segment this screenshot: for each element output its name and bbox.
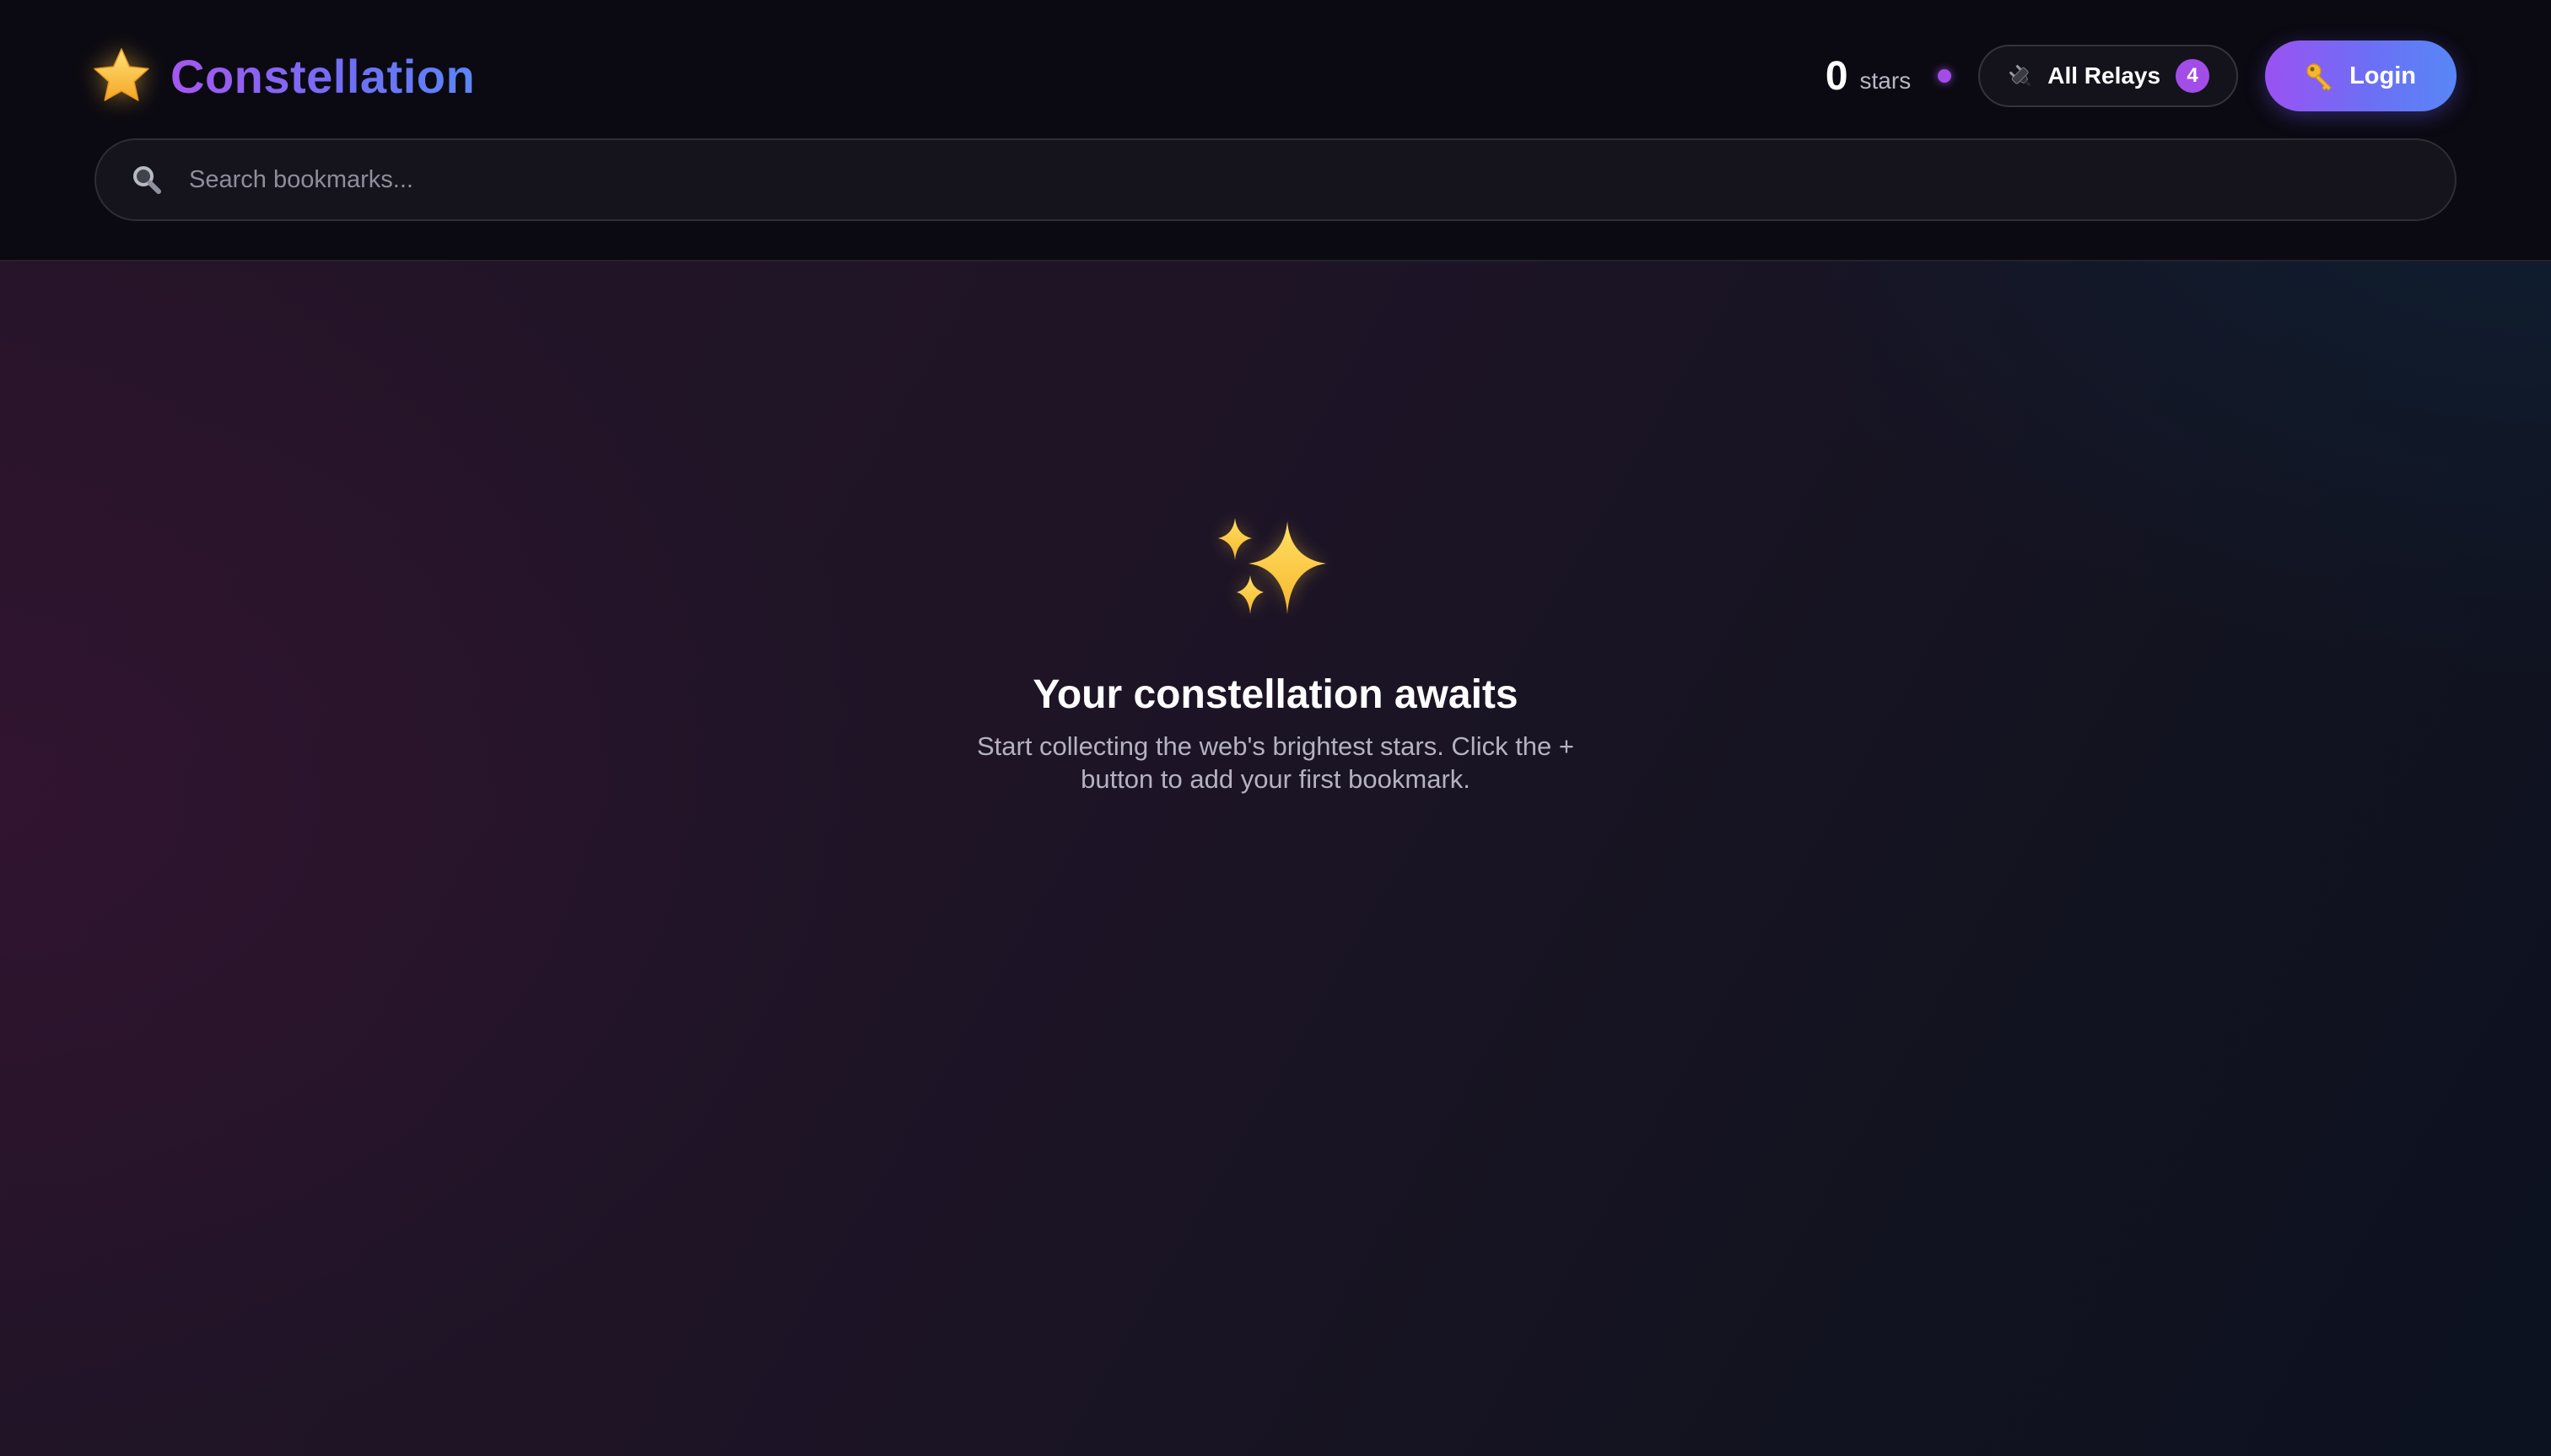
connection-status-dot [1938, 69, 1952, 83]
brand[interactable]: Constellation [91, 42, 475, 110]
search-input[interactable] [187, 154, 2455, 206]
empty-state-description: Start collecting the web's brightest sta… [976, 731, 1575, 794]
search-bar[interactable] [94, 138, 2457, 221]
relays-label: All Relays [2047, 62, 2161, 89]
empty-state: Your constellation awaits Start collecti… [0, 515, 2551, 795]
search-icon [133, 166, 161, 194]
stars-label: stars [1859, 67, 1912, 94]
login-button[interactable]: Login [2265, 40, 2457, 111]
login-label: Login [2349, 62, 2416, 89]
app-header: Constellation 0 stars All Relays 4 Login… [0, 0, 2551, 262]
relays-count-badge: 4 [2176, 59, 2210, 93]
star-icon [94, 48, 149, 101]
sparkles-icon [1218, 518, 1326, 614]
stars-count: 0 [1825, 53, 1848, 99]
empty-state-title: Your constellation awaits [1033, 672, 1518, 717]
app-title: Constellation [170, 49, 476, 103]
relays-button[interactable]: All Relays 4 [1978, 45, 2239, 107]
key-icon [2306, 63, 2332, 91]
plug-icon [2009, 64, 2031, 87]
header-actions: 0 stars All Relays 4 Login [1826, 40, 2457, 111]
